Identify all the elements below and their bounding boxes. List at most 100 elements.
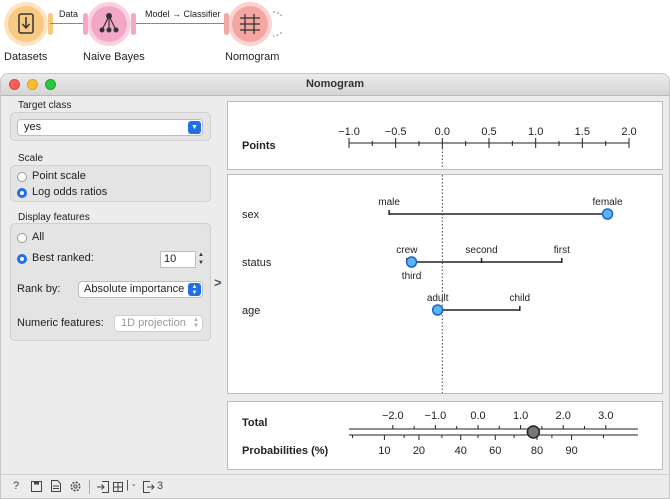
- points-tick-label: 0.5: [481, 126, 496, 138]
- feature-value-label: female: [593, 197, 623, 208]
- total-scale[interactable]: Total Probabilities (%) −2.0 −1.0 0.0 1.0 2.0 3…: [228, 402, 662, 469]
- total-tick-label: 0.0: [470, 410, 485, 422]
- target-class-box: yes ▼: [10, 112, 211, 141]
- target-class-select[interactable]: yes ▼: [17, 119, 203, 136]
- best-ranked-input[interactable]: 10: [160, 251, 196, 268]
- feature-value-label: adult: [427, 293, 449, 304]
- collapse-panel-arrow-icon[interactable]: >: [214, 275, 222, 290]
- nomogram-output-port-icon: [272, 11, 282, 37]
- numeric-features-label: Numeric features:: [17, 317, 104, 329]
- feature-value-marker: [601, 208, 614, 220]
- total-panel: Total Probabilities (%) −2.0 −1.0 0.0 1.0 2.0 3…: [227, 401, 663, 470]
- data-edge-label: Data: [59, 9, 79, 19]
- best-ranked-label[interactable]: Best ranked:: [32, 252, 94, 264]
- point-scale-radio[interactable]: [17, 172, 27, 182]
- rank-by-label: Rank by:: [17, 283, 61, 295]
- scale-title: Scale: [18, 153, 44, 164]
- report-icon[interactable]: [51, 480, 61, 492]
- probability-tick-label: 10: [378, 445, 390, 457]
- chevron-down-icon: ▼: [188, 121, 201, 134]
- feature-value-label: third: [402, 271, 421, 282]
- help-icon[interactable]: ?: [13, 480, 19, 492]
- window-title: Nomogram: [305, 78, 365, 90]
- feature-name-sex: sex: [242, 209, 260, 221]
- input-none-icon: -: [132, 479, 136, 491]
- total-label: Total: [242, 417, 267, 429]
- target-class-value: yes: [24, 121, 42, 133]
- numeric-features-select: 1D projection ▲ ▼: [114, 315, 203, 332]
- stepper-arrows-icon[interactable]: ▲ ▼: [196, 251, 206, 268]
- datasets-icon: [18, 13, 34, 34]
- feature-value-label: male: [378, 197, 400, 208]
- all-features-radio[interactable]: [17, 233, 27, 243]
- rank-by-value: Absolute importance: [84, 283, 185, 295]
- updown-chevron-icon: ▲ ▼: [193, 317, 199, 329]
- points-tick-label: 1.0: [528, 126, 543, 138]
- output-count: 3: [157, 480, 164, 492]
- points-scale: Points −1.0 −0.5 0.0 0.5 1.0 1.5 2.0: [242, 126, 637, 169]
- input-signal-icon[interactable]: [97, 481, 109, 493]
- feature-value-label: second: [465, 245, 497, 256]
- display-features-title: Display features: [18, 212, 90, 223]
- probability-tick-label: 60: [489, 445, 501, 457]
- point-scale-label[interactable]: Point scale: [32, 170, 86, 182]
- nomogram-window: Nomogram Target class yes ▼ Scale Point …: [0, 73, 670, 499]
- points-panel: Points −1.0 −0.5 0.0 0.5 1.0 1.5 2.0: [227, 101, 663, 170]
- naive-bayes-icon: [99, 13, 119, 33]
- model-edge-label: Model → Classifier: [145, 9, 221, 19]
- points-label: Points: [242, 140, 276, 152]
- probability-tick-label: 90: [565, 445, 577, 457]
- rank-by-select[interactable]: Absolute importance ▲ ▼: [78, 281, 203, 298]
- log-odds-radio[interactable]: [17, 188, 27, 198]
- display-features-box: All Best ranked: 10 ▲ ▼ Rank by: Absolute…: [10, 223, 211, 341]
- feature-value-label: child: [510, 293, 531, 304]
- naive-bayes-node[interactable]: [83, 2, 136, 46]
- total-tick-label: −2.0: [382, 410, 404, 422]
- log-odds-label[interactable]: Log odds ratios: [32, 186, 107, 198]
- datasets-node-label: Datasets: [4, 51, 48, 63]
- datasets-node[interactable]: [4, 2, 53, 46]
- probability-tick-label: 20: [413, 445, 425, 457]
- status-bar: ? | - 3: [1, 474, 669, 498]
- points-tick-label: −0.5: [385, 126, 407, 138]
- feature-name-status: status: [242, 257, 272, 269]
- updown-chevron-icon: ▲ ▼: [188, 283, 201, 296]
- feature-name-age: age: [242, 305, 260, 317]
- probabilities-label: Probabilities (%): [242, 445, 329, 457]
- points-tick-label: 1.5: [575, 126, 590, 138]
- feature-value-label: crew: [396, 245, 418, 256]
- title-bar[interactable]: Nomogram: [1, 74, 669, 96]
- feature-value-label: first: [554, 245, 570, 256]
- nomogram-icon: [240, 14, 260, 34]
- save-icon[interactable]: [31, 481, 42, 492]
- nomogram-panel: sex male female status crew third second first a…: [227, 174, 663, 394]
- all-features-label[interactable]: All: [32, 231, 44, 243]
- best-ranked-radio[interactable]: [17, 254, 27, 264]
- data-edge[interactable]: [50, 23, 86, 24]
- numeric-features-value: 1D projection: [121, 317, 186, 329]
- status-divider: [89, 480, 90, 494]
- nomogram-node[interactable]: [224, 2, 282, 46]
- total-tick-label: 1.0: [513, 410, 528, 422]
- probability-tick-label: 80: [531, 445, 543, 457]
- total-tick-label: 2.0: [556, 410, 571, 422]
- feature-value-marker: [431, 304, 444, 316]
- points-tick-label: 0.0: [435, 126, 450, 138]
- scale-box: Point scale Log odds ratios: [10, 165, 211, 202]
- output-signal-icon[interactable]: [143, 481, 155, 493]
- feature-value-marker: [405, 256, 418, 268]
- nomogram-features[interactable]: sex male female status crew third second first a…: [228, 175, 662, 393]
- settings-gear-icon[interactable]: [69, 480, 82, 493]
- model-edge[interactable]: [136, 23, 227, 24]
- target-class-title: Target class: [18, 100, 72, 111]
- workflow-canvas[interactable]: Datasets Data Naive Bayes Model → Classi…: [0, 0, 670, 72]
- probability-tick-label: 40: [455, 445, 467, 457]
- points-tick-label: 2.0: [621, 126, 636, 138]
- nomogram-node-label: Nomogram: [225, 51, 280, 63]
- input-table-icon: [113, 482, 123, 492]
- total-value-marker: [526, 425, 541, 439]
- input-separator-icon: |: [126, 479, 129, 491]
- points-tick-label: −1.0: [338, 126, 360, 138]
- total-tick-label: −1.0: [425, 410, 447, 422]
- naive-bayes-node-label: Naive Bayes: [83, 51, 145, 63]
